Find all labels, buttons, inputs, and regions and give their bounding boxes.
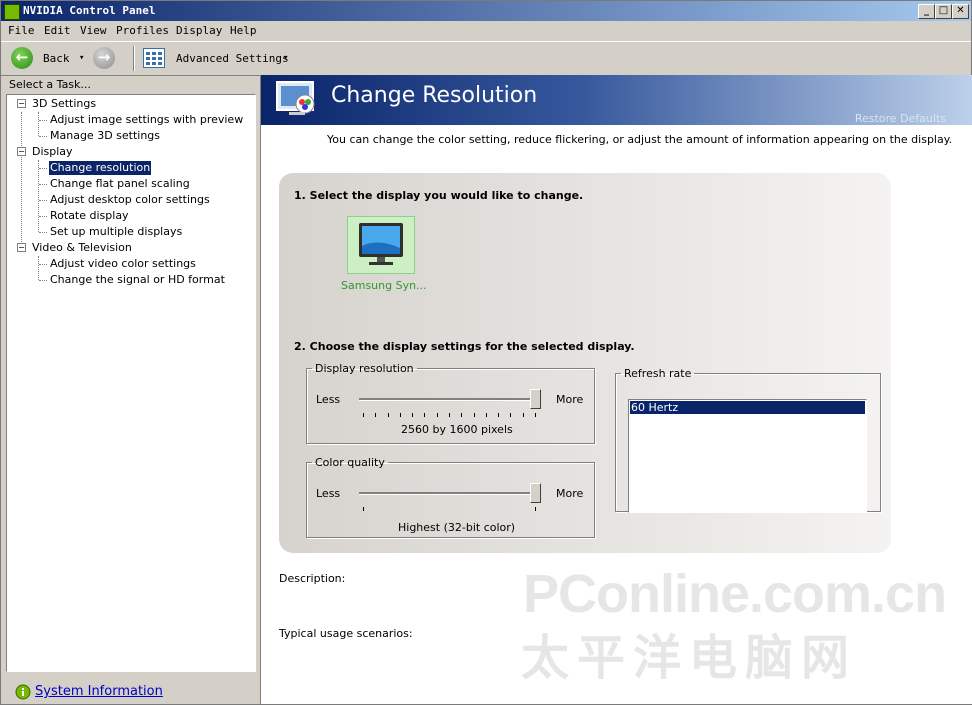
step1-heading: 1. Select the display you would like to … <box>294 189 584 202</box>
refresh-rate-list[interactable]: 60 Hertz <box>628 399 867 513</box>
menu-display[interactable]: Display <box>176 24 222 37</box>
resolution-slider-thumb[interactable] <box>530 389 541 409</box>
refresh-rate-group: Refresh rate 60 Hertz <box>615 367 881 513</box>
back-button[interactable]: Back <box>43 52 70 65</box>
tree-connector <box>21 112 22 248</box>
advanced-settings-button[interactable]: Advanced Settings <box>176 52 289 65</box>
content-pane: Change Resolution Restore Defaults You c… <box>260 75 972 704</box>
slider-tick <box>424 413 426 417</box>
color-more-label: More <box>556 487 584 500</box>
color-value: Highest (32-bit color) <box>398 521 516 534</box>
color-quality-group: Color quality Less More Highest (32-bit … <box>306 456 595 538</box>
watermark-chinese-text: 太平洋电脑网 <box>521 630 858 686</box>
slider-tick <box>363 507 364 511</box>
advanced-settings-icon[interactable] <box>143 48 165 68</box>
slider-tick <box>485 413 487 417</box>
settings-panel: 1. Select the display you would like to … <box>279 173 891 553</box>
toolbar: ← Back ▾ → Advanced Settings ▾ <box>1 41 971 76</box>
tree-node-display[interactable]: Display <box>32 145 73 159</box>
app-window: NVIDIA Control Panel _ □ ✕ File Edit Vie… <box>0 0 972 705</box>
slider-tick <box>461 413 463 417</box>
collapse-icon[interactable]: − <box>17 147 26 156</box>
window-title: NVIDIA Control Panel <box>23 4 156 17</box>
menu-edit[interactable]: Edit <box>44 24 71 37</box>
color-less-label: Less <box>316 487 341 500</box>
tree-item-manage-3d-settings[interactable]: Manage 3D settings <box>50 129 160 143</box>
color-slider-thumb[interactable] <box>530 483 541 503</box>
display-resolution-group: Display resolution Less More 2560 by 160… <box>306 362 595 444</box>
resolution-value: 2560 by 1600 pixels <box>401 423 513 436</box>
task-tree[interactable]: − 3D Settings Adjust image settings with… <box>6 94 256 672</box>
slider-tick <box>535 507 536 511</box>
slider-tick <box>449 413 450 417</box>
slider-tick <box>535 413 536 417</box>
title-bar[interactable]: NVIDIA Control Panel _ □ ✕ <box>1 1 971 21</box>
tree-item-change-resolution[interactable]: Change resolution <box>49 161 152 175</box>
resolution-less-label: Less <box>316 393 341 406</box>
tree-item-rotate-display[interactable]: Rotate display <box>50 209 129 223</box>
slider-tick <box>498 413 500 417</box>
slider-tick <box>399 413 401 417</box>
slider-tick <box>363 413 364 417</box>
page-banner: Change Resolution Restore Defaults <box>261 75 972 125</box>
task-pane-header: Select a Task... <box>9 78 91 91</box>
close-button[interactable]: ✕ <box>952 4 969 19</box>
system-information-link[interactable]: System Information <box>35 684 163 699</box>
display-name[interactable]: Samsung Syn... <box>341 279 427 292</box>
description-label: Description: <box>279 572 346 585</box>
nvidia-logo-icon <box>4 4 20 20</box>
usage-scenarios-label: Typical usage scenarios: <box>279 627 413 640</box>
refresh-rate-legend: Refresh rate <box>624 367 692 380</box>
color-quality-legend: Color quality <box>315 456 385 469</box>
change-resolution-icon <box>276 81 315 115</box>
back-dropdown-icon[interactable]: ▾ <box>79 53 84 63</box>
menu-profiles[interactable]: Profiles <box>116 24 169 37</box>
restore-defaults-link[interactable]: Restore Defaults <box>855 112 946 125</box>
color-slider-track[interactable] <box>359 492 541 495</box>
tree-item-change-signal-hd[interactable]: Change the signal or HD format <box>50 273 225 287</box>
tree-connector <box>38 112 39 136</box>
display-resolution-legend: Display resolution <box>315 362 414 375</box>
forward-arrow-icon[interactable]: → <box>93 47 115 69</box>
menu-bar: File Edit View Profiles Display Help <box>1 21 971 40</box>
slider-tick <box>510 413 512 417</box>
menu-help[interactable]: Help <box>230 24 257 37</box>
display-tile[interactable] <box>347 216 415 274</box>
system-info-icon[interactable] <box>15 684 31 700</box>
tree-connector <box>38 256 39 280</box>
slider-tick <box>436 413 438 417</box>
slider-tick <box>412 413 414 417</box>
back-arrow-icon[interactable]: ← <box>11 47 33 69</box>
task-pane: Select a Task... − 3D Settings Adjust im… <box>1 75 259 704</box>
step2-heading: 2. Choose the display settings for the s… <box>294 340 635 353</box>
tree-item-adjust-video-color[interactable]: Adjust video color settings <box>50 257 196 271</box>
slider-tick <box>522 413 524 417</box>
slider-tick <box>387 413 389 417</box>
refresh-rate-option[interactable]: 60 Hertz <box>630 401 865 414</box>
advanced-dropdown-icon[interactable]: ▾ <box>283 53 288 63</box>
toolbar-separator <box>133 46 135 71</box>
tree-node-video-television[interactable]: Video & Television <box>32 241 132 255</box>
watermark-text: PConline.com.cn <box>523 564 947 624</box>
resolution-slider-track[interactable] <box>359 398 541 401</box>
tree-item-change-flat-panel-scaling[interactable]: Change flat panel scaling <box>50 177 190 191</box>
tree-connector <box>38 160 39 232</box>
resolution-more-label: More <box>556 393 584 406</box>
monitor-icon <box>359 223 403 265</box>
slider-tick <box>375 413 377 417</box>
page-title: Change Resolution <box>331 83 538 108</box>
collapse-icon[interactable]: − <box>17 99 26 108</box>
tree-item-multiple-displays[interactable]: Set up multiple displays <box>50 225 182 239</box>
maximize-button[interactable]: □ <box>935 4 952 19</box>
tree-node-3d-settings[interactable]: 3D Settings <box>32 97 96 111</box>
tree-item-adjust-desktop-color[interactable]: Adjust desktop color settings <box>50 193 210 207</box>
collapse-icon[interactable]: − <box>17 243 26 252</box>
page-description: You can change the color setting, reduce… <box>327 133 953 146</box>
menu-file[interactable]: File <box>8 24 35 37</box>
minimize-button[interactable]: _ <box>918 4 935 19</box>
menu-view[interactable]: View <box>80 24 107 37</box>
tree-item-adjust-image-settings[interactable]: Adjust image settings with preview <box>50 113 243 127</box>
slider-tick <box>473 413 475 417</box>
